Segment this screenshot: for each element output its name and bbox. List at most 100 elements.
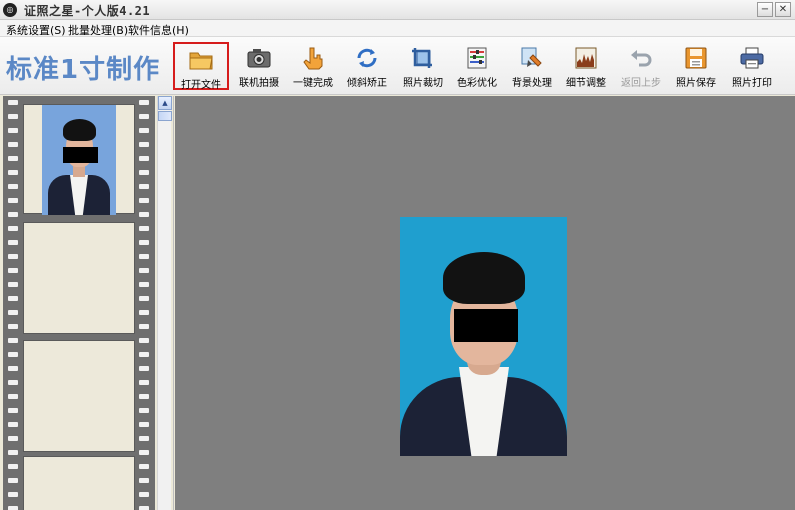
thumbnail-sidebar: ▲: [0, 96, 174, 510]
film-perforation: [139, 492, 149, 497]
film-perforation: [139, 184, 149, 189]
photo-print-button[interactable]: 照片打印: [724, 42, 780, 90]
film-perforation: [139, 114, 149, 119]
film-perforation: [8, 184, 18, 189]
film-perforation: [139, 268, 149, 273]
film-perforation: [139, 170, 149, 175]
detail-adjust-button[interactable]: 细节调整: [558, 42, 614, 90]
app-window: ◎ 证照之星-个人版4.21 − ✕ 系统设置(S) 批量处理(B) 软件信息(…: [0, 0, 795, 510]
arrow-up-icon: ▲: [162, 99, 168, 107]
film-perforation: [139, 156, 149, 161]
background-process-label: 背景处理: [512, 78, 552, 89]
film-perforation: [139, 296, 149, 301]
film-perforation: [139, 338, 149, 343]
film-perforation: [8, 310, 18, 315]
photo-print-label: 照片打印: [732, 78, 772, 89]
open-file-button[interactable]: 打开文件: [173, 42, 229, 91]
film-perforation: [139, 352, 149, 357]
color-optimize-label: 色彩优化: [457, 78, 497, 89]
close-icon: ✕: [778, 4, 788, 15]
undo-icon: [631, 50, 652, 67]
window-title: 证照之星-个人版4.21: [24, 4, 151, 18]
sidebar-scrollbar[interactable]: ▲: [157, 96, 172, 510]
film-perforation: [8, 268, 18, 273]
photo-crop-button[interactable]: 照片裁切: [395, 42, 451, 90]
film-perforation: [8, 114, 18, 119]
menu-system-settings[interactable]: 系统设置(S): [6, 22, 66, 38]
film-perforation: [139, 226, 149, 231]
menu-batch-processing[interactable]: 批量处理(B): [68, 22, 128, 38]
brand-title: 标准1寸制作: [6, 55, 161, 85]
empty-thumbnail-slot[interactable]: [23, 340, 135, 452]
title-bar: ◎ 证照之星-个人版4.21 − ✕: [0, 0, 795, 20]
film-perforation: [139, 240, 149, 245]
hand-click-icon: [303, 47, 323, 70]
film-perforation: [139, 436, 149, 441]
film-perforation: [8, 254, 18, 259]
close-button[interactable]: ✕: [775, 2, 791, 17]
film-perforation: [8, 156, 18, 161]
app-logo-icon[interactable]: ◎: [3, 3, 17, 17]
film-perforation: [8, 338, 18, 343]
id-photo-preview[interactable]: [400, 217, 567, 456]
folder-open-icon: [189, 52, 213, 70]
photo-thumbnail[interactable]: [42, 105, 116, 215]
film-perforation: [139, 310, 149, 315]
film-perforation: [8, 380, 18, 385]
film-perforation: [8, 142, 18, 147]
thumbnail-slot-selected[interactable]: [23, 104, 135, 215]
color-adjust-icon: [467, 47, 487, 69]
photo-save-button[interactable]: 照片保存: [668, 42, 724, 90]
background-brush-icon: [521, 47, 542, 67]
one-click-complete-label: 一键完成: [293, 78, 333, 89]
film-perforation: [8, 366, 18, 371]
film-perforation: [8, 492, 18, 497]
printer-icon: [740, 47, 764, 69]
empty-thumbnail-slot[interactable]: [23, 222, 135, 334]
crop-icon: [412, 48, 432, 68]
film-perforation: [139, 282, 149, 287]
face-redaction: [63, 147, 98, 163]
color-optimize-button[interactable]: 色彩优化: [449, 42, 505, 90]
film-perforation: [139, 366, 149, 371]
film-perforation: [8, 394, 18, 399]
one-click-complete-button[interactable]: 一键完成: [285, 42, 341, 90]
film-perforation: [139, 380, 149, 385]
scroll-up-button[interactable]: ▲: [158, 96, 172, 110]
film-perforation: [8, 324, 18, 329]
film-perforation: [139, 408, 149, 413]
film-strip: [3, 96, 155, 510]
online-capture-label: 联机拍摄: [239, 78, 279, 89]
background-process-button[interactable]: 背景处理: [504, 42, 560, 90]
film-perforation: [8, 212, 18, 217]
face-redaction: [454, 309, 518, 342]
film-perforations-right: [137, 96, 151, 510]
scroll-thumb[interactable]: [158, 111, 172, 121]
undo-button[interactable]: 返回上步: [613, 42, 669, 90]
film-perforation: [139, 464, 149, 469]
film-perforation: [139, 212, 149, 217]
minimize-icon: −: [760, 4, 770, 15]
film-perforations-left: [6, 96, 20, 510]
film-perforation: [139, 142, 149, 147]
online-capture-button[interactable]: 联机拍摄: [231, 42, 287, 90]
film-perforation: [139, 100, 149, 105]
empty-thumbnail-slot[interactable]: [23, 456, 135, 510]
undo-label: 返回上步: [621, 78, 661, 89]
film-perforation: [8, 100, 18, 105]
tilt-correction-button[interactable]: 倾斜矫正: [339, 42, 395, 90]
film-perforation: [8, 296, 18, 301]
film-perforation: [139, 394, 149, 399]
detail-adjust-label: 细节调整: [566, 78, 606, 89]
film-perforation: [139, 450, 149, 455]
save-icon: [685, 47, 707, 69]
minimize-button[interactable]: −: [757, 2, 773, 17]
film-perforation: [8, 464, 18, 469]
menu-software-info[interactable]: 软件信息(H): [128, 22, 189, 38]
detail-chart-icon: [575, 47, 597, 69]
rotate-correct-icon: [357, 48, 377, 68]
film-perforation: [139, 478, 149, 483]
photo-canvas[interactable]: [175, 96, 795, 510]
film-perforation: [8, 352, 18, 357]
film-perforation: [8, 240, 18, 245]
